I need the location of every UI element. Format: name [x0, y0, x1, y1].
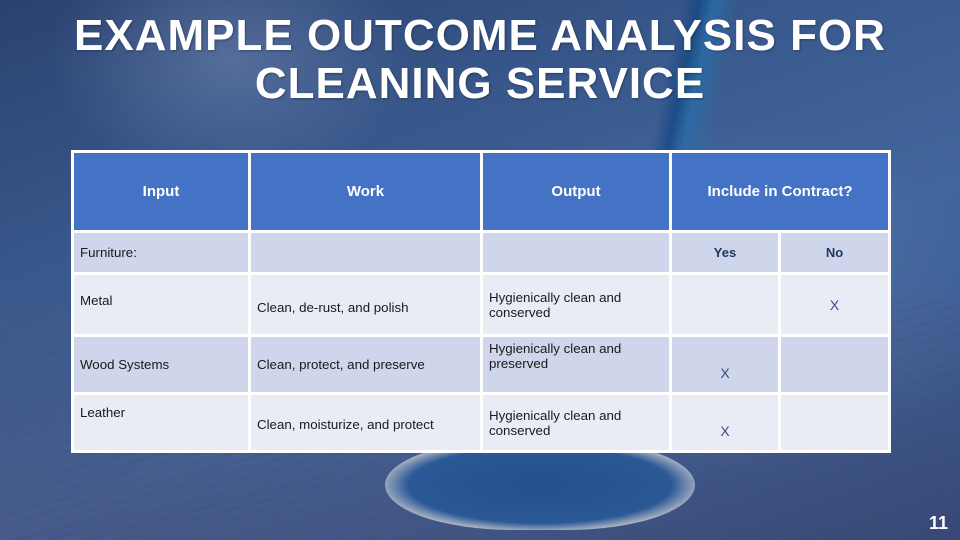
title-line-1: EXAMPLE OUTCOME ANALYSIS FOR — [74, 11, 886, 60]
cell-work: Clean, de-rust, and polish — [248, 272, 483, 337]
table-group-row: Furniture: Yes No — [71, 230, 892, 275]
cell-output: Hygienically clean and conserved — [480, 272, 672, 337]
cell-input: Metal — [71, 272, 251, 337]
cell-no — [777, 392, 892, 453]
header-include-in-contract: Include in Contract? — [668, 150, 892, 233]
cell-input: Wood Systems — [71, 334, 251, 395]
cell-work: Clean, protect, and preserve — [248, 334, 483, 395]
group-label: Furniture: — [71, 230, 251, 275]
page-number: 11 — [928, 513, 948, 533]
cell-output: Hygienically clean and conserved — [480, 392, 672, 453]
header-input: Input — [71, 150, 251, 233]
subheader-yes: Yes — [669, 230, 781, 275]
outcome-analysis-table: Input Work Output Include in Contract? F… — [71, 150, 892, 453]
cell-yes: X — [669, 334, 781, 395]
cell-yes: X — [669, 392, 781, 453]
subheader-no: No — [777, 230, 892, 275]
table-row: Leather Clean, moisturize, and protect H… — [71, 392, 892, 453]
cell-no — [777, 334, 892, 395]
slide-title: EXAMPLE OUTCOME ANALYSIS FOR CLEANING SE… — [0, 12, 960, 108]
header-output: Output — [480, 150, 672, 233]
cell-no: X — [777, 272, 892, 337]
cell-yes — [669, 272, 781, 337]
title-line-2: CLEANING SERVICE — [254, 59, 706, 108]
header-work: Work — [248, 150, 483, 233]
cell-input: Leather — [71, 392, 251, 453]
background-mop-head — [385, 440, 695, 530]
table-row: Metal Clean, de-rust, and polish Hygieni… — [71, 272, 892, 337]
empty-cell — [248, 230, 483, 275]
empty-cell — [480, 230, 672, 275]
table-row: Wood Systems Clean, protect, and preserv… — [71, 334, 892, 395]
cell-work: Clean, moisturize, and protect — [248, 392, 483, 453]
cell-output: Hygienically clean and preserved — [480, 334, 672, 395]
table-header-row: Input Work Output Include in Contract? — [71, 150, 892, 233]
